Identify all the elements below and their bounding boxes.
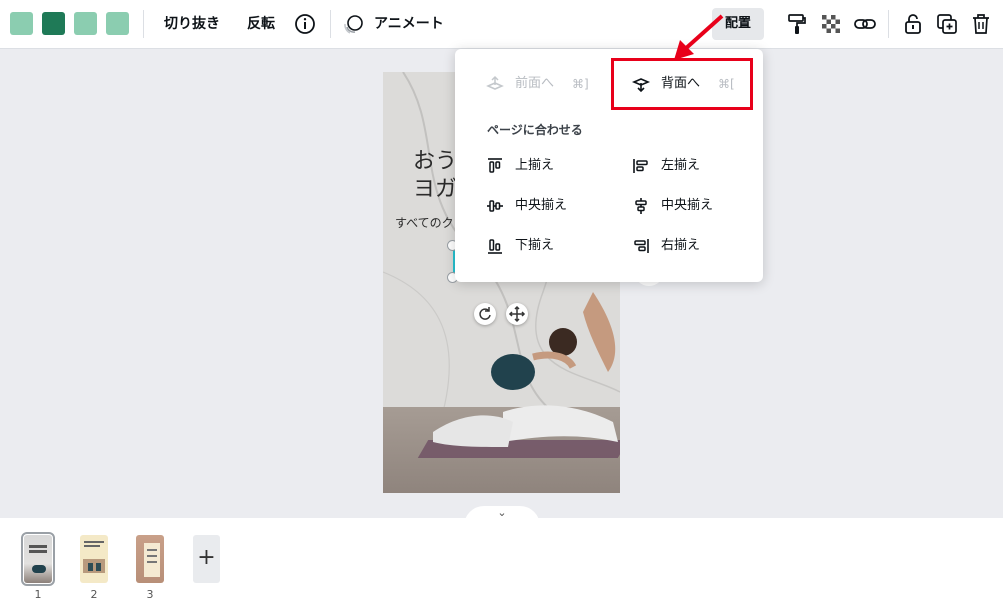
thumbnail-image [80,535,108,583]
page-number-1: 1 [34,588,42,601]
align-middle-item[interactable]: 中央揃え [485,190,605,222]
toolbar-divider [888,10,889,38]
color-swatch-2[interactable] [42,12,65,35]
align-top-label: 上揃え [515,158,555,173]
color-swatch-3[interactable] [74,12,97,35]
align-right-item[interactable]: 右揃え [631,230,751,262]
thumbnail-image [21,532,55,586]
bring-forward-item[interactable]: 前面へ ⌘] [485,68,615,100]
duplicate-icon[interactable] [934,11,960,37]
animate-icon[interactable] [341,11,367,37]
page-thumbnail-2[interactable] [77,533,111,585]
align-top-item[interactable]: 上揃え [485,150,605,182]
crop-button[interactable]: 切り抜き [158,8,226,40]
info-icon[interactable] [292,11,318,37]
bring-forward-shortcut: ⌘] [572,77,589,91]
bring-forward-icon [485,74,505,94]
thumbnail-image [136,535,164,583]
toolbar-divider [330,10,331,38]
align-left-label: 左揃え [661,158,701,173]
page-subtitle[interactable]: すべてのク [395,214,454,231]
page-thumbnail-1[interactable] [21,532,55,586]
align-left-item[interactable]: 左揃え [631,150,751,182]
transparency-icon[interactable] [818,11,844,37]
flip-button[interactable]: 反転 [241,8,281,40]
animate-button[interactable]: アニメート [368,8,450,40]
align-left-icon [631,156,651,176]
page-number-2: 2 [90,588,98,601]
align-to-page-heading: ページに合わせる [487,123,583,137]
align-bottom-item[interactable]: 下揃え [485,230,605,262]
page-number-3: 3 [146,588,154,601]
align-center-icon [631,196,651,216]
align-middle-label: 中央揃え [515,198,568,213]
bring-forward-label: 前面へ [515,76,555,91]
editor-toolbar: 切り抜き 反転 アニメート 配置 [0,0,1003,49]
align-middle-icon [485,196,505,216]
toolbar-divider [143,10,144,38]
trash-icon[interactable] [968,11,994,37]
lock-icon[interactable] [900,11,926,37]
align-top-icon [485,156,505,176]
align-right-icon [631,236,651,256]
color-swatch-4[interactable] [106,12,129,35]
align-center-item[interactable]: 中央揃え [631,190,751,222]
annotation-arrow [674,14,724,60]
link-icon[interactable] [852,11,878,37]
align-bottom-icon [485,236,505,256]
align-center-label: 中央揃え [661,198,714,213]
add-page-button[interactable]: + [193,535,220,583]
paint-roller-icon[interactable] [784,11,810,37]
align-bottom-label: 下揃え [515,238,555,253]
page-thumbnail-3[interactable] [133,533,167,585]
align-right-label: 右揃え [661,238,701,253]
move-handle[interactable] [506,303,528,325]
rotate-handle[interactable] [474,303,496,325]
color-swatch-1[interactable] [10,12,33,35]
